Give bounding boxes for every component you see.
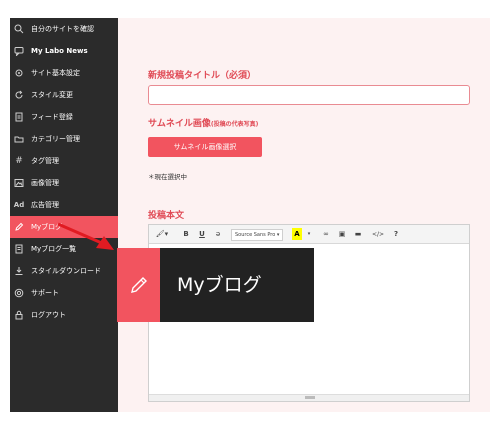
sidebar-item-logout[interactable]: ログアウト (10, 304, 118, 326)
sidebar-item-news[interactable]: My Labo News (10, 40, 118, 62)
sidebar-item-label: タグ管理 (31, 157, 59, 165)
post-body-label: 投稿本文 (148, 211, 185, 221)
sidebar-item-feed[interactable]: フィード登録 (10, 106, 118, 128)
image-icon (13, 177, 25, 189)
link-icon[interactable]: ∞ (321, 228, 331, 240)
text-color-button[interactable]: A (292, 228, 302, 240)
support-icon (13, 287, 25, 299)
sidebar-item-label: カテゴリー管理 (31, 135, 80, 143)
image-insert-icon[interactable]: ▣ (337, 228, 347, 240)
editor-resize-bar[interactable] (149, 394, 469, 401)
thumbnail-status: ＊現在選択中 (148, 173, 187, 181)
sidebar-item-label: Myブログ (31, 223, 63, 231)
sidebar-item-ads[interactable]: Ad 広告管理 (10, 194, 118, 216)
text-color-dropdown[interactable]: ▾ (305, 228, 313, 240)
sidebar-item-style-change[interactable]: スタイル変更 (10, 84, 118, 106)
sidebar-item-label: スタイルダウンロード (31, 267, 101, 275)
underline-button[interactable]: U (197, 228, 207, 240)
hash-icon: # (15, 155, 23, 166)
thumbnail-label-text: サムネイル画像 (148, 119, 211, 129)
code-view-icon[interactable]: </> (371, 228, 385, 240)
sidebar-item-label: ログアウト (31, 311, 66, 319)
sidebar-item-label: My Labo News (31, 47, 88, 55)
sidebar-item-label: サイト基本設定 (31, 69, 80, 77)
video-icon[interactable]: ▬ (353, 228, 363, 240)
document-icon (13, 111, 25, 123)
lock-icon (13, 309, 25, 321)
bold-button[interactable]: B (181, 228, 191, 240)
sidebar-item-my-blog-list[interactable]: Myブログ一覧 (10, 238, 118, 260)
clear-format-button[interactable]: ǝ (213, 228, 223, 240)
chat-icon (13, 45, 25, 57)
gear-icon (13, 67, 25, 79)
ad-icon: Ad (13, 200, 25, 209)
list-icon (13, 243, 25, 255)
style-button[interactable]: 🖌▾ (155, 228, 169, 240)
callout-label: Myブログ (177, 274, 262, 296)
refresh-icon (13, 89, 25, 101)
resize-grip-icon[interactable] (305, 396, 315, 399)
font-family-select[interactable]: Source Sans Pro ▾ (231, 229, 284, 241)
thumbnail-label-sub: (投稿の代表写真) (210, 121, 259, 128)
download-icon (13, 265, 25, 277)
sidebar-item-site-settings[interactable]: サイト基本設定 (10, 62, 118, 84)
my-blog-callout: Myブログ (117, 248, 314, 322)
sidebar-item-style-download[interactable]: スタイルダウンロード (10, 260, 118, 282)
sidebar-item-label: 広告管理 (31, 201, 59, 209)
sidebar-item-my-blog[interactable]: Myブログ (10, 216, 118, 238)
sidebar-item-label: スタイル変更 (31, 91, 73, 99)
sidebar-item-site-check[interactable]: 自分のサイトを確認 (10, 18, 118, 40)
help-icon[interactable]: ? (391, 228, 401, 240)
sidebar-item-support[interactable]: サポート (10, 282, 118, 304)
editor-toolbar: 🖌▾ B U ǝ Source Sans Pro ▾ A ▾ ∞ ▣ ▬ </>… (149, 225, 469, 244)
sidebar-item-images[interactable]: 画像管理 (10, 172, 118, 194)
post-title-label: 新規投稿タイトル（必須） (148, 71, 257, 81)
post-title-input[interactable] (148, 85, 470, 105)
sidebar: 自分のサイトを確認 My Labo News サイト基本設定 スタイル変更 フィ… (10, 18, 118, 412)
sidebar-item-label: Myブログ一覧 (31, 245, 77, 253)
pencil-icon (117, 248, 160, 322)
thumbnail-label: サムネイル画像(投稿の代表写真) (148, 116, 258, 129)
sidebar-item-label: サポート (31, 289, 59, 297)
folder-icon (13, 133, 25, 145)
pencil-icon (13, 221, 25, 233)
sidebar-item-label: 画像管理 (31, 179, 59, 187)
thumbnail-select-button[interactable]: サムネイル画像選択 (148, 137, 262, 157)
sidebar-item-category[interactable]: カテゴリー管理 (10, 128, 118, 150)
search-icon (13, 23, 25, 35)
sidebar-item-label: フィード登録 (31, 113, 73, 121)
sidebar-item-tags[interactable]: # タグ管理 (10, 150, 118, 172)
sidebar-item-label: 自分のサイトを確認 (31, 25, 94, 33)
